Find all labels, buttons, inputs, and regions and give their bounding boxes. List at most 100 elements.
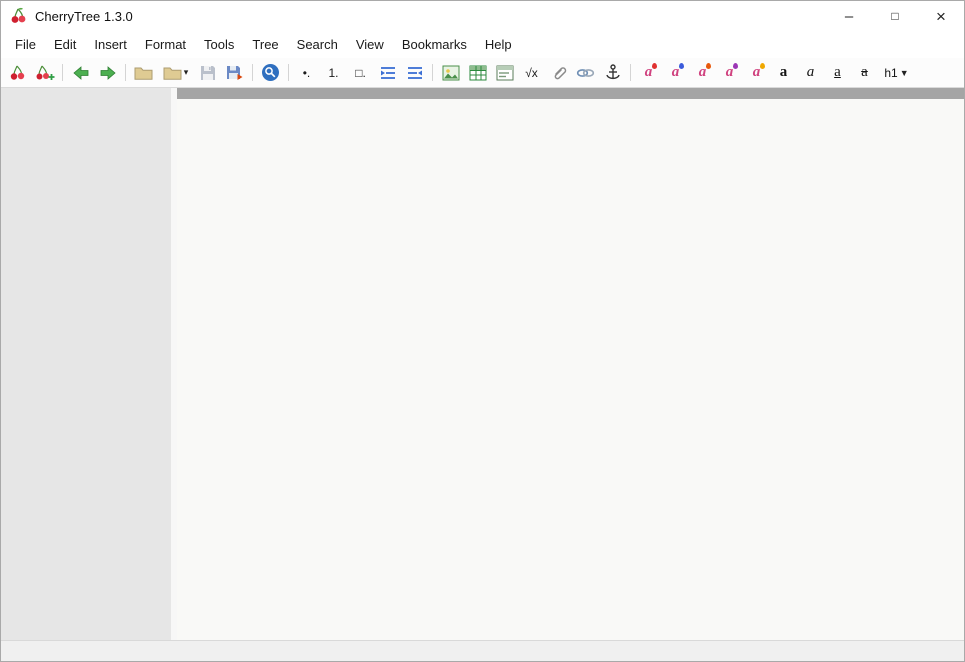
chevron-down-icon: ▾ xyxy=(183,67,189,77)
forward-arrow-icon xyxy=(100,65,116,80)
go-back-button[interactable] xyxy=(67,60,94,85)
todo-list-button[interactable]: □. xyxy=(347,60,374,85)
strikethrough-a-icon: a xyxy=(861,64,868,80)
minimize-button[interactable]: – xyxy=(826,1,872,31)
color-drop-icon xyxy=(679,63,685,69)
close-icon: × xyxy=(936,6,946,26)
numbered-list-button[interactable]: 1. xyxy=(320,60,347,85)
foreground-color-button[interactable]: a xyxy=(662,60,689,85)
maximize-icon: □ xyxy=(891,9,899,23)
main-area xyxy=(1,88,964,640)
menu-item-file[interactable]: File xyxy=(6,33,45,56)
menu-bar: File Edit Insert Format Tools Tree Searc… xyxy=(1,31,964,58)
toolbar-separator xyxy=(630,64,631,81)
insert-codebox-button[interactable] xyxy=(491,60,518,85)
underline-button[interactable]: a xyxy=(824,60,851,85)
menu-item-bookmarks[interactable]: Bookmarks xyxy=(393,33,476,56)
todo-list-icon: □. xyxy=(355,65,366,80)
insert-table-icon xyxy=(469,65,486,80)
toolbar: ▾ •. 1. □. √x a a a a a a a a a h1 ▼ xyxy=(1,58,964,88)
cherrytree-window: CherryTree 1.3.0 – □ × File Edit Insert … xyxy=(0,0,965,662)
background-color-button[interactable]: a xyxy=(689,60,716,85)
format-letter-icon: a xyxy=(753,63,766,80)
add-node-button[interactable] xyxy=(4,60,31,85)
italic-button[interactable]: a xyxy=(797,60,824,85)
color-drop-icon xyxy=(652,63,658,69)
insert-image-button[interactable] xyxy=(437,60,464,85)
format-letter-icon: a xyxy=(645,63,658,80)
title-bar[interactable]: CherryTree 1.3.0 – □ × xyxy=(1,1,964,31)
italic-a-icon: a xyxy=(806,64,815,80)
menu-item-search[interactable]: Search xyxy=(288,33,347,56)
insert-formula-button[interactable]: √x xyxy=(518,60,545,85)
numbered-list-icon: 1. xyxy=(328,65,339,80)
editor-header-strip xyxy=(177,88,964,99)
app-icon xyxy=(10,7,28,25)
find-button[interactable] xyxy=(257,60,284,85)
heading-label: h1 xyxy=(884,65,898,80)
indent-icon xyxy=(380,66,395,79)
node-tree-panel[interactable] xyxy=(1,88,171,640)
insert-codebox-icon xyxy=(496,65,513,80)
menu-item-view[interactable]: View xyxy=(347,33,393,56)
bold-button[interactable]: a xyxy=(770,60,797,85)
toolbar-separator xyxy=(288,64,289,81)
color-drop-icon xyxy=(706,63,712,69)
toolbar-separator xyxy=(125,64,126,81)
cherry-icon xyxy=(10,65,24,80)
color-drop-icon xyxy=(760,63,766,69)
maximize-button[interactable]: □ xyxy=(872,1,918,31)
heading-dropdown-button[interactable]: h1 ▼ xyxy=(878,60,915,85)
open-folder-icon xyxy=(163,67,182,80)
recent-documents-button[interactable]: ▾ xyxy=(157,60,194,85)
color-drop-icon xyxy=(733,63,739,69)
save-as-button[interactable] xyxy=(221,60,248,85)
go-forward-button[interactable] xyxy=(94,60,121,85)
bold-a-icon: a xyxy=(779,64,788,80)
insert-link-button[interactable] xyxy=(572,60,599,85)
strikethrough-button[interactable]: a xyxy=(851,60,878,85)
indent-button[interactable] xyxy=(374,60,401,85)
toolbar-separator xyxy=(62,64,63,81)
menu-item-edit[interactable]: Edit xyxy=(45,33,85,56)
insert-anchor-button[interactable] xyxy=(599,60,626,85)
editor-area xyxy=(177,88,964,640)
clear-format-button[interactable]: a xyxy=(716,60,743,85)
menu-item-format[interactable]: Format xyxy=(136,33,195,56)
format-letter-icon: a xyxy=(726,63,739,80)
bullet-list-button[interactable]: •. xyxy=(293,60,320,85)
menu-item-tools[interactable]: Tools xyxy=(195,33,243,56)
unindent-icon xyxy=(407,66,422,79)
toolbar-separator xyxy=(252,64,253,81)
back-arrow-icon xyxy=(72,65,88,80)
window-title: CherryTree 1.3.0 xyxy=(35,8,133,24)
menu-item-insert[interactable]: Insert xyxy=(85,33,136,56)
cherry-plus-icon xyxy=(36,65,54,80)
formula-icon: √x xyxy=(525,65,538,80)
monospace-button[interactable]: a xyxy=(743,60,770,85)
open-file-button[interactable] xyxy=(130,60,157,85)
add-subnode-button[interactable] xyxy=(31,60,58,85)
status-bar xyxy=(1,640,964,661)
window-controls: – □ × xyxy=(826,1,964,31)
find-icon xyxy=(262,64,279,81)
underline-a-icon: a xyxy=(834,64,841,80)
insert-image-icon xyxy=(442,65,459,80)
paperclip-icon xyxy=(554,66,566,79)
save-icon xyxy=(200,65,215,80)
link-icon xyxy=(576,68,595,77)
minimize-icon: – xyxy=(844,7,854,25)
close-button[interactable]: × xyxy=(918,1,964,31)
attach-file-button[interactable] xyxy=(545,60,572,85)
anchor-icon xyxy=(605,63,620,79)
menu-item-tree[interactable]: Tree xyxy=(243,33,287,56)
text-editor[interactable] xyxy=(177,99,964,640)
format-letter-icon: a xyxy=(699,63,712,80)
menu-item-help[interactable]: Help xyxy=(476,33,521,56)
toolbar-separator xyxy=(432,64,433,81)
insert-table-button[interactable] xyxy=(464,60,491,85)
format-letter-icon: a xyxy=(672,63,685,80)
format-latest-button[interactable]: a xyxy=(635,60,662,85)
save-button[interactable] xyxy=(194,60,221,85)
unindent-button[interactable] xyxy=(401,60,428,85)
